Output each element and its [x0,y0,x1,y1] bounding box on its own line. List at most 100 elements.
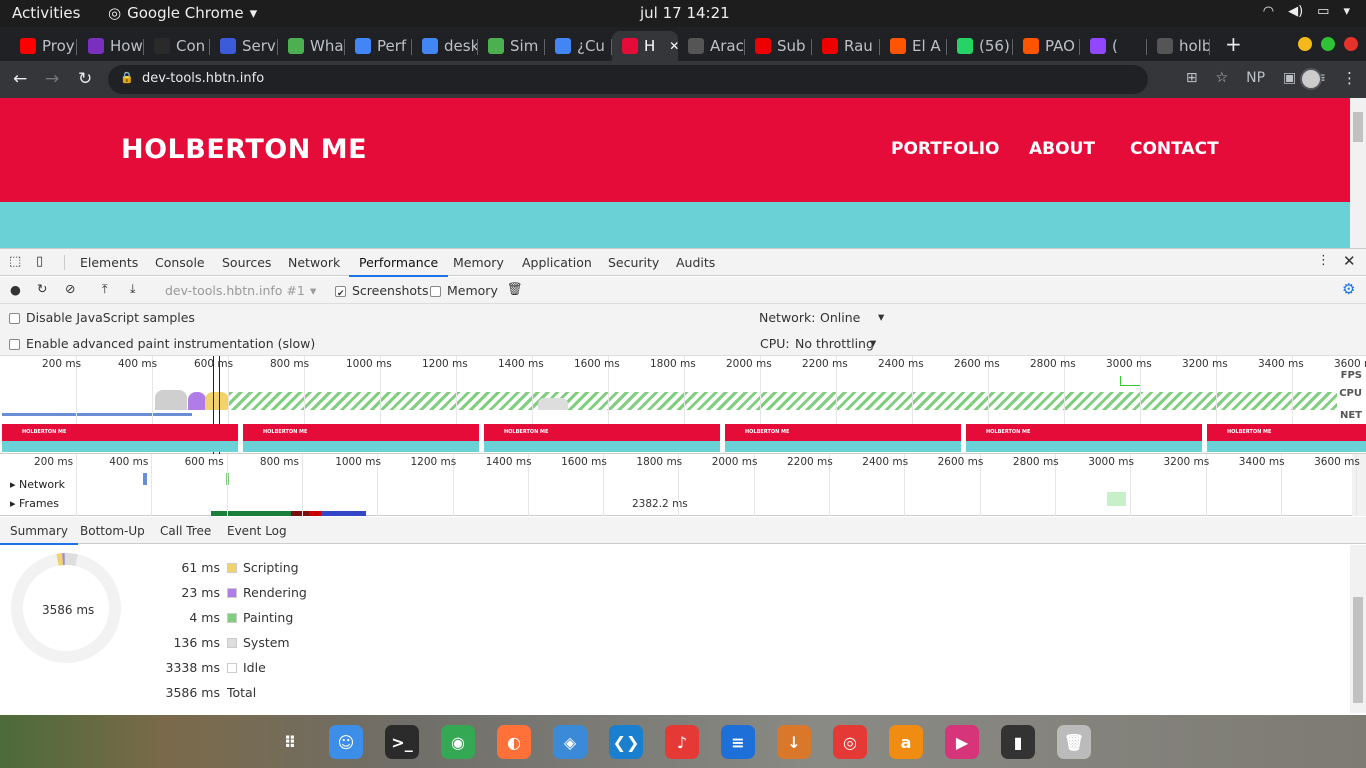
cpu-throttle-select[interactable]: No throttling [795,336,874,351]
devtools-menu-icon[interactable]: ⋮ [1317,253,1330,268]
scroll-thumb[interactable] [1353,597,1363,703]
advanced-paint-checkbox[interactable] [9,336,20,351]
browser-tab[interactable]: Perf [345,31,412,61]
terminal-icon[interactable]: >_ [385,725,419,759]
extension-np[interactable]: NP [1246,70,1265,86]
upload-icon[interactable]: ⤒ [102,281,108,297]
device-toolbar-icon[interactable]: ▯ [36,254,43,269]
translate-icon[interactable]: ⊞ [1186,70,1198,86]
writer-icon[interactable]: ≡ [721,725,755,759]
chrome-icon[interactable]: ◉ [441,725,475,759]
frame-block[interactable] [1107,492,1126,506]
tab-sources[interactable]: Sources [222,255,271,270]
close-tab-icon[interactable]: ✕ [669,39,678,53]
summary-scrollbar[interactable] [1350,545,1366,713]
files-icon[interactable]: ☺ [329,725,363,759]
amazon-icon[interactable]: a [889,725,923,759]
browser-tab[interactable]: Serv [210,31,278,61]
phone-icon[interactable]: ▮ [1001,725,1035,759]
network-track[interactable]: ▸ Network [10,478,65,491]
garbage-collect-icon[interactable]: 🗑 [507,281,523,297]
inspect-element-icon[interactable]: ⬚ [9,254,21,269]
scroll-thumb[interactable] [1353,112,1363,142]
screenshot-thumbnail[interactable]: HOLBERTON ME [243,424,479,452]
page-scrollbar[interactable] [1350,98,1366,248]
tab-summary[interactable]: Summary [0,524,78,545]
tab-performance[interactable]: Performance [348,255,449,277]
browser-tab[interactable]: Sub [745,31,812,61]
firefox-icon[interactable]: ◐ [497,725,531,759]
browser-tab[interactable]: Proy [10,31,77,61]
avatar[interactable] [1300,68,1322,90]
activities-button[interactable]: Activities [12,4,80,22]
clear-icon[interactable]: ⊘ [65,281,75,296]
nav-about[interactable]: ABOUT [1029,139,1095,159]
new-tab-button[interactable]: + [1225,32,1242,56]
tab-application[interactable]: Application [522,255,592,270]
site-logo[interactable]: HOLBERTON ME [121,134,367,165]
tab-bottom-up[interactable]: Bottom-Up [80,524,145,538]
browser-tab[interactable]: El A [880,31,947,61]
music-icon[interactable]: ♪ [665,725,699,759]
minimize-button[interactable] [1298,37,1312,51]
app-menu[interactable]: ◎ Google Chrome ▾ [108,4,257,22]
chrome-menu-icon[interactable]: ⋮ [1342,69,1357,87]
address-bar[interactable]: 🔒 dev-tools.hbtn.info [108,65,1148,94]
browser-tab[interactable]: How [78,31,144,61]
help-icon[interactable]: ◎ [833,725,867,759]
reload-icon[interactable]: ↻ [78,69,92,89]
network-request-bar[interactable] [143,473,147,485]
dns-icon[interactable]: ◈ [553,725,587,759]
close-devtools-icon[interactable]: ✕ [1343,252,1356,270]
record-icon[interactable]: ● [10,282,21,297]
trash-icon[interactable]: 🗑 [1057,725,1091,759]
browser-tab[interactable]: PAO [1013,31,1080,61]
screenshot-thumbnail[interactable]: HOLBERTON ME [2,424,238,452]
tab-elements[interactable]: Elements [80,255,138,270]
browser-tab[interactable]: (56) [947,31,1013,61]
vscode-icon[interactable]: ❮❯ [609,725,643,759]
screenshots-checkbox[interactable] [335,283,346,298]
browser-tab[interactable]: H ✕ [612,31,678,61]
browser-tab[interactable]: Rau [812,31,880,61]
download-icon[interactable]: ↓ [777,725,811,759]
browser-tab[interactable]: Wha [278,31,345,61]
browser-tab[interactable]: Sim [478,31,545,61]
browser-tab[interactable]: holb [1147,31,1210,61]
frames-track[interactable]: ▸ Frames [10,497,59,510]
apps-grid-icon[interactable]: ⠿ [273,725,307,759]
browser-tab[interactable]: ¿Cu [545,31,612,61]
clock[interactable]: jul 17 14:21 [640,4,730,22]
network-throttle-select[interactable]: Online [820,310,860,325]
browser-tab[interactable]: desk [412,31,478,61]
tab-memory[interactable]: Memory [453,255,504,270]
screenshot-thumbnail[interactable]: HOLBERTON ME [966,424,1202,452]
flame-chart[interactable]: ▸ Network ▸ Frames 2382.2 ms 200 ms 400 m… [0,454,1366,516]
reload-record-icon[interactable]: ↻ [37,281,47,296]
capture-settings-icon[interactable]: ⚙ [1342,280,1355,298]
close-window-button[interactable] [1344,37,1358,51]
back-icon[interactable]: ← [13,69,27,89]
tab-audits[interactable]: Audits [676,255,715,270]
tab-network[interactable]: Network [288,255,340,270]
tab-event-log[interactable]: Event Log [227,524,287,538]
browser-tab[interactable]: Con [144,31,210,61]
tab-security[interactable]: Security [608,255,659,270]
disable-js-checkbox[interactable] [9,310,20,325]
screenshot-thumbnail[interactable]: HOLBERTON ME [725,424,961,452]
timeline-overview[interactable]: FPS CPU NET 200 ms 400 ms 600 ms 800 ms 1000… [0,356,1366,454]
maximize-button[interactable] [1321,37,1335,51]
screenshot-thumbnail[interactable]: HOLBERTON ME [484,424,720,452]
browser-tab[interactable]: ( [1080,31,1147,61]
tab-call-tree[interactable]: Call Tree [160,524,211,538]
video-editor-icon[interactable]: ▶ [945,725,979,759]
memory-checkbox[interactable] [430,283,441,298]
nav-portfolio[interactable]: PORTFOLIO [891,139,1000,159]
browser-tab[interactable]: Arac [678,31,745,61]
bookmark-star-icon[interactable]: ☆ [1216,70,1229,86]
extension-icon[interactable]: ▣ [1283,70,1296,86]
recording-select[interactable]: dev-tools.hbtn.info #1 [165,283,305,298]
system-tray[interactable]: ◠ ◀) ▭ ▾ [1263,4,1350,19]
forward-icon[interactable]: → [45,69,59,89]
nav-contact[interactable]: CONTACT [1130,139,1219,159]
